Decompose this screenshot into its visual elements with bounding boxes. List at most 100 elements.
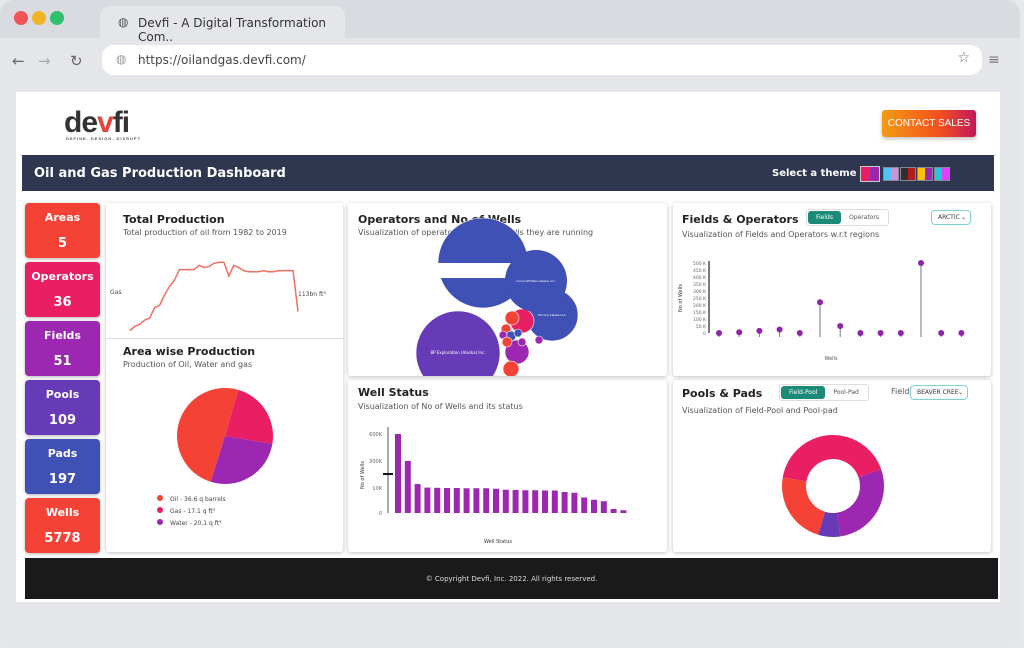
theme-label: Select a theme :	[772, 168, 864, 179]
contact-sales-button[interactable]: CONTACT SALES	[882, 110, 976, 137]
stat-value: 197	[48, 472, 77, 487]
well-status-bar	[571, 492, 578, 513]
well-status-card: Well Status Visualization of No of Wells…	[348, 380, 667, 552]
y-axis-label: No of Wells	[678, 284, 684, 312]
operators-card: Operators and No of Wells Visualization …	[348, 203, 667, 376]
dashboard-header: Oil and Gas Production Dashboard Select …	[22, 155, 994, 191]
stat-value: 51	[53, 354, 72, 369]
lollipop-point	[817, 299, 823, 306]
theme-swatch-4[interactable]	[934, 167, 950, 181]
well-status-bar	[483, 488, 490, 513]
lollipop-point	[736, 329, 743, 336]
star-icon[interactable]: ☆	[957, 50, 970, 66]
fields-lollipop-chart: 050 K100 K150 K200 K250 K300 K350 K400 K…	[678, 260, 965, 362]
legend-label: Oil - 36.6 q barrels	[170, 496, 226, 503]
stat-card-pads[interactable]: Pads 197	[25, 439, 100, 494]
fields-card: Fields & Operators Visualization of Fiel…	[673, 203, 991, 376]
legend-dot	[157, 519, 163, 525]
x-axis-label: Wells	[824, 356, 838, 362]
well-status-bar	[610, 509, 617, 513]
forward-icon[interactable]: →	[38, 52, 51, 70]
y-tick-label: 300K	[369, 459, 383, 465]
y-tick-label: 250 K	[693, 296, 707, 302]
legend-dot	[157, 507, 163, 513]
pools-donut-chart	[782, 434, 884, 537]
well-status-bar	[453, 488, 460, 513]
well-status-bar	[600, 501, 607, 513]
stat-label: Fields	[44, 329, 81, 342]
lollipop-point	[796, 330, 803, 336]
theme-swatch-3[interactable]	[917, 167, 933, 181]
browser-tab[interactable]: ◍ Devfi - A Digital Transformation Com..	[100, 6, 345, 44]
legend-label: Gas - 17.1 q ft³	[170, 508, 216, 515]
well-status-bar	[502, 489, 509, 513]
stat-card-fields[interactable]: Fields 51	[25, 321, 100, 376]
operator-bubble	[534, 335, 544, 345]
well-status-bar	[620, 510, 627, 513]
menu-icon[interactable]: ≡	[988, 52, 1000, 68]
stat-value: 109	[48, 413, 77, 428]
legend-label: Water - 20.1 q ft³	[170, 520, 222, 527]
well-status-bar	[512, 490, 519, 513]
stat-value: 5	[57, 236, 68, 251]
donut-slice	[782, 477, 826, 535]
stat-label: Wells	[45, 506, 80, 519]
theme-swatch-0[interactable]	[860, 166, 880, 182]
well-status-bar	[424, 487, 431, 513]
back-icon[interactable]: ←	[12, 52, 25, 70]
reload-icon[interactable]: ↻	[70, 52, 83, 70]
stat-card-pools[interactable]: Pools 109	[25, 380, 100, 435]
stat-label: Pools	[45, 388, 80, 401]
devfi-logo[interactable]: devfi DEFINE. DESIGN. DISRUPT	[64, 106, 140, 141]
well-status-bar	[532, 490, 539, 513]
operator-bubble	[517, 337, 527, 347]
lollipop-point	[857, 330, 864, 336]
y-tick-label: 300 K	[693, 289, 707, 295]
bubble-label: BP Exploration (Alaska) Inc.	[430, 350, 485, 355]
x-axis-label: Well Status	[484, 539, 512, 545]
y-tick-label: 50 K	[696, 324, 707, 330]
lollipop-point	[837, 323, 844, 329]
well-status-bar	[591, 499, 597, 513]
area-wise-pie: Oil - 36.6 q barrels Gas - 17.1 q ft³ Wate…	[157, 388, 273, 527]
lollipop-point	[897, 330, 904, 336]
well-status-bar	[414, 484, 421, 513]
operator-bubble	[513, 328, 523, 338]
well-status-bar	[395, 434, 401, 513]
y-tick-label: 200 K	[693, 303, 707, 309]
stat-card-areas[interactable]: Areas 5	[25, 203, 100, 258]
bubble-label: ConocoPhillips Alaska, Inc.	[516, 279, 556, 283]
close-window-button[interactable]	[14, 11, 28, 25]
well-status-bar	[581, 497, 588, 513]
stat-card-operators[interactable]: Operators 36	[25, 262, 100, 317]
maximize-window-button[interactable]	[50, 11, 64, 25]
stat-card-wells[interactable]: Wells 5778	[25, 498, 100, 553]
stat-label: Pads	[47, 447, 78, 460]
y-tick-label: 0	[703, 331, 706, 337]
legend-dot	[157, 495, 163, 501]
pools-card: Pools & Pads Visualization of Field-Pool…	[673, 380, 991, 552]
well-status-bar	[404, 461, 411, 513]
well-status-bar	[473, 488, 480, 513]
total-production-chart	[129, 261, 299, 332]
donut-slice	[836, 469, 884, 537]
address-bar[interactable]: ◍ https://oilandgas.devfi.com/ ☆	[102, 45, 982, 75]
well-status-bar	[551, 490, 558, 513]
well-status-bar	[522, 490, 529, 513]
well-status-bar	[493, 488, 499, 513]
axis-break	[383, 473, 393, 475]
lollipop-point	[776, 326, 783, 333]
operator-bubble	[415, 310, 501, 376]
y-tick-label: 150 K	[693, 310, 707, 316]
donut-slice	[782, 434, 882, 482]
theme-swatch-2[interactable]	[900, 167, 916, 181]
globe-icon: ◍	[118, 15, 129, 29]
y-tick-label: 400 K	[693, 275, 707, 281]
y-tick-label: 500 K	[693, 261, 707, 267]
theme-swatch-1[interactable]	[883, 167, 899, 181]
stat-label: Areas	[44, 211, 81, 224]
minimize-window-button[interactable]	[32, 11, 46, 25]
page-title: Oil and Gas Production Dashboard	[34, 166, 286, 181]
stat-label: Operators	[31, 270, 94, 283]
well-status-bar	[463, 488, 470, 513]
